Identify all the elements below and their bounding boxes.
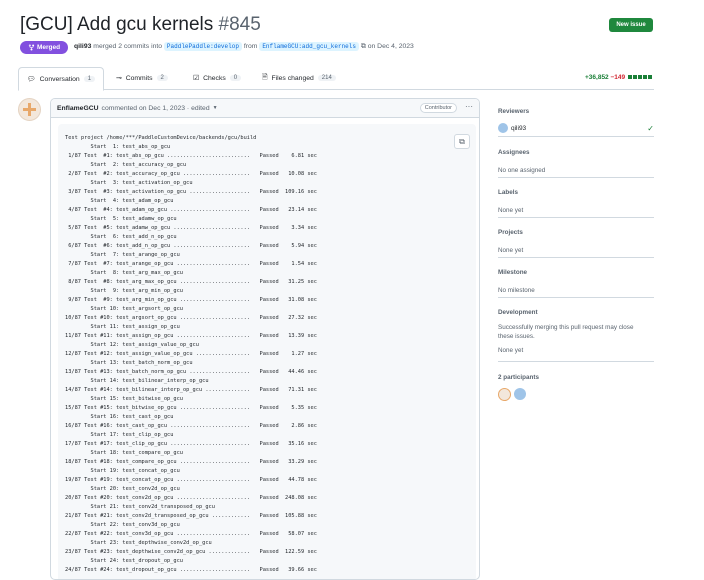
diffstat-block xyxy=(647,75,652,80)
tab-checks[interactable]: ☑︎ Checks 0 xyxy=(193,67,242,89)
pr-tabs: 💬︎ Conversation 1 ⊸ Commits 2 ☑︎ Checks … xyxy=(18,67,654,91)
pr-title: [GCU] Add gcu kernels #845 xyxy=(20,14,261,36)
copy-button[interactable]: ⧉ xyxy=(454,134,470,149)
tab-conversation[interactable]: 💬︎ Conversation 1 xyxy=(18,67,105,91)
development-value: None yet xyxy=(498,347,524,354)
status-label: Merged xyxy=(36,44,61,51)
projects-section: Projects None yet xyxy=(498,229,654,258)
kebab-menu-icon[interactable]: ··· xyxy=(465,102,473,111)
copy-branch-icon[interactable]: ⧉ xyxy=(361,43,366,50)
tab-label: Checks xyxy=(203,74,226,82)
assignees-value: No one assigned xyxy=(498,167,546,174)
milestone-value: No milestone xyxy=(498,287,535,294)
subline-from: from xyxy=(243,43,258,50)
assignees-heading[interactable]: Assignees xyxy=(498,149,654,156)
checklist-icon: ☑︎ xyxy=(193,75,200,82)
tab-label: Files changed xyxy=(271,74,314,82)
diffstat: +36,852 −149 xyxy=(585,74,652,81)
head-branch[interactable]: EnflameGCU:add_gcu_kernels xyxy=(259,42,359,51)
labels-heading[interactable]: Labels xyxy=(498,189,654,196)
code-block: Test project /home/***/PaddleCustomDevic… xyxy=(58,124,476,579)
pr-number: #845 xyxy=(218,14,261,35)
tab-commits[interactable]: ⊸ Commits 2 xyxy=(116,67,168,89)
labels-section: Labels None yet xyxy=(498,189,654,218)
merge-date: on Dec 4, 2023 xyxy=(367,43,414,50)
base-branch[interactable]: PaddlePaddle:develop xyxy=(163,42,242,51)
comment-meta[interactable]: commented on Dec 1, 2023 · edited xyxy=(102,105,210,112)
projects-heading[interactable]: Projects xyxy=(498,229,654,236)
comment-author[interactable]: EnflameGCU xyxy=(57,105,99,112)
milestone-section: Milestone No milestone xyxy=(498,269,654,298)
reviewer-name[interactable]: qili93 xyxy=(511,125,526,132)
assignees-section: Assignees No one assigned xyxy=(498,149,654,178)
additions-count: +36,852 xyxy=(585,74,609,81)
diffstat-block xyxy=(637,75,642,80)
tab-label: Commits xyxy=(125,74,153,82)
reviewers-heading[interactable]: Reviewers xyxy=(498,108,654,115)
chevron-down-icon[interactable]: ▼ xyxy=(213,105,218,111)
tab-counter: 2 xyxy=(156,75,168,81)
pr-subline: qili93 merged 2 commits into PaddlePaddl… xyxy=(74,42,414,51)
tab-files-changed[interactable]: 🗎︎ Files changed 214 xyxy=(262,67,336,89)
tab-counter: 214 xyxy=(317,75,336,81)
development-section: Development Successfully merging this pu… xyxy=(498,309,654,362)
reviewer-row: qili93 ✓ xyxy=(498,123,654,133)
tab-label: Conversation xyxy=(39,75,80,83)
subline-text: merged 2 commits into xyxy=(93,43,163,50)
author-avatar[interactable] xyxy=(18,98,41,121)
copy-icon: ⧉ xyxy=(459,136,465,146)
development-text: Successfully merging this pull request m… xyxy=(498,324,634,340)
participants-section: 2 participants xyxy=(498,374,654,404)
participants-heading: 2 participants xyxy=(498,374,539,381)
commit-icon: ⊸ xyxy=(116,75,122,82)
file-diff-icon: 🗎︎ xyxy=(262,73,268,81)
tab-counter: 0 xyxy=(229,75,242,81)
git-merge-icon xyxy=(28,44,35,51)
new-issue-button[interactable]: New issue xyxy=(609,18,653,32)
identicon xyxy=(23,103,36,116)
labels-value: None yet xyxy=(498,207,524,214)
reviewer-avatar[interactable] xyxy=(498,123,508,133)
pr-comment: EnflameGCU commented on Dec 1, 2023 · ed… xyxy=(50,98,480,580)
diffstat-block xyxy=(627,75,632,80)
pr-title-text: [GCU] Add gcu kernels xyxy=(20,14,214,35)
diffstat-block xyxy=(632,75,637,80)
participant-avatar[interactable] xyxy=(498,388,511,401)
tab-counter: 1 xyxy=(83,76,96,82)
approved-check-icon: ✓ xyxy=(647,123,654,133)
contributor-badge: Contributor xyxy=(419,103,457,113)
reviewers-section: Reviewers qili93 ✓ xyxy=(498,108,654,137)
projects-value: None yet xyxy=(498,247,524,254)
merger-link[interactable]: qili93 xyxy=(74,43,91,50)
milestone-heading[interactable]: Milestone xyxy=(498,269,654,276)
comment-header: EnflameGCU commented on Dec 1, 2023 · ed… xyxy=(51,99,479,118)
status-badge: Merged xyxy=(20,41,68,54)
deletions-count: −149 xyxy=(610,74,626,81)
comment-icon: 💬︎ xyxy=(27,76,36,83)
diffstat-block xyxy=(642,75,647,80)
test-output: Test project /home/***/PaddleCustomDevic… xyxy=(65,135,317,573)
participants-avatars xyxy=(498,388,654,401)
development-heading[interactable]: Development xyxy=(498,309,654,316)
participant-avatar[interactable] xyxy=(514,388,526,400)
